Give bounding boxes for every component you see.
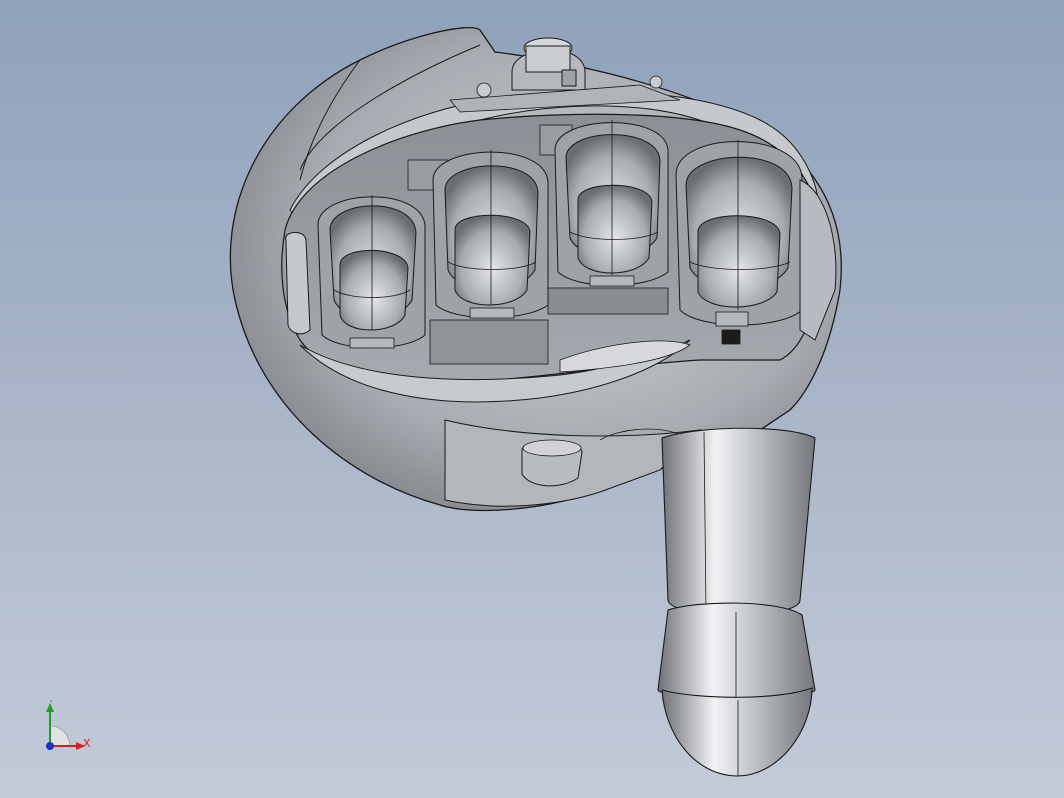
thumb bbox=[657, 427, 816, 777]
side-post bbox=[285, 232, 311, 335]
robotic-hand-model[interactable] bbox=[0, 0, 1064, 798]
finger-index bbox=[317, 195, 426, 349]
top-knob bbox=[511, 37, 586, 91]
x-axis-label: X bbox=[83, 737, 91, 750]
coordinate-triad: X Y bbox=[46, 700, 91, 750]
finger-little bbox=[675, 140, 803, 345]
finger-base-plate bbox=[429, 319, 549, 365]
finger-base-plate bbox=[547, 287, 669, 315]
finger-ring bbox=[554, 120, 669, 287]
finger-middle bbox=[432, 150, 549, 319]
y-axis-label: Y bbox=[47, 700, 55, 705]
z-axis-dot bbox=[46, 742, 54, 750]
graphics-viewport[interactable]: X Y bbox=[0, 0, 1064, 798]
